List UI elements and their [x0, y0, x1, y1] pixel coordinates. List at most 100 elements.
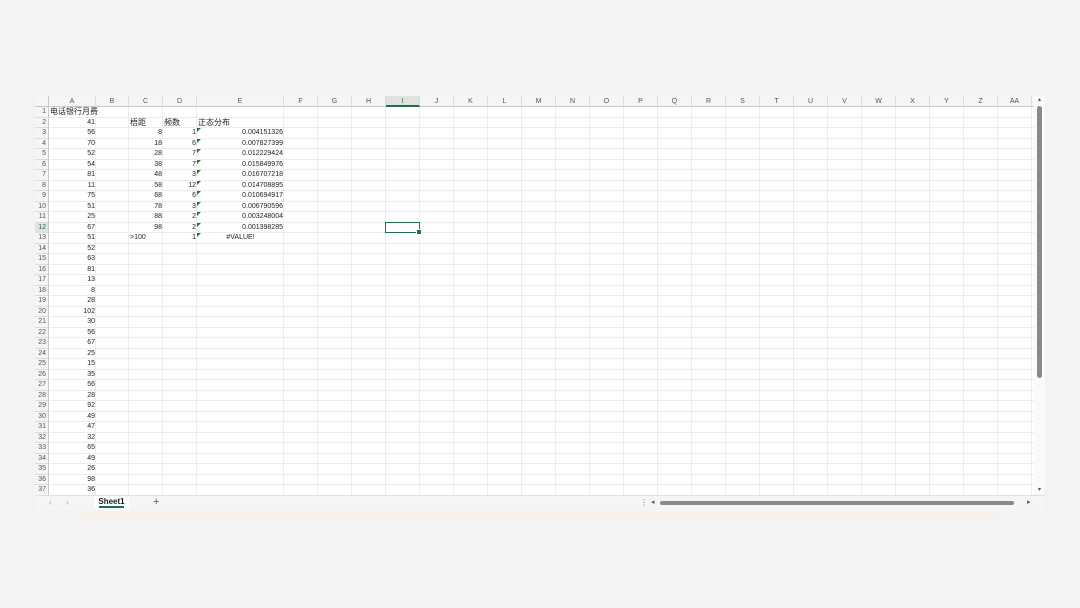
row-header[interactable]: 33 [35, 443, 49, 454]
row-header[interactable]: 16 [35, 264, 49, 275]
row-header[interactable]: 6 [35, 159, 49, 170]
column-header-j[interactable]: J [420, 96, 454, 107]
column-header-n[interactable]: N [556, 96, 590, 107]
row-header[interactable]: 28 [35, 390, 49, 401]
cell-a23[interactable]: 67 [49, 338, 96, 349]
column-header-u[interactable]: U [794, 96, 828, 107]
row-header[interactable]: 22 [35, 327, 49, 338]
cell-a30[interactable]: 49 [49, 412, 96, 423]
cell-a35[interactable]: 26 [49, 464, 96, 475]
sheet-tab-sheet1[interactable]: Sheet1 [94, 496, 129, 509]
row-header[interactable]: 31 [35, 422, 49, 433]
select-all-corner[interactable] [35, 96, 49, 107]
vertical-scroll-thumb[interactable] [1037, 106, 1042, 378]
cell-a32[interactable]: 32 [49, 433, 96, 444]
cell-a15[interactable]: 63 [49, 254, 96, 265]
add-sheet-button[interactable]: + [153, 496, 159, 509]
cell-d10[interactable]: 3 [163, 202, 197, 213]
row-header[interactable]: 26 [35, 369, 49, 380]
row-header[interactable]: 10 [35, 201, 49, 212]
row-header[interactable]: 25 [35, 359, 49, 370]
column-header-i[interactable]: I [386, 96, 420, 107]
cell-a7[interactable]: 81 [49, 170, 96, 181]
cell-a20[interactable]: 102 [49, 307, 96, 318]
row-header[interactable]: 4 [35, 138, 49, 149]
column-header-o[interactable]: O [590, 96, 624, 107]
tab-split-handle[interactable]: ⋮ [640, 498, 648, 507]
row-header[interactable]: 8 [35, 180, 49, 191]
cell-d8[interactable]: 12 [163, 181, 197, 192]
cell-d6[interactable]: 7 [163, 160, 197, 171]
row-header[interactable]: 23 [35, 338, 49, 349]
next-sheet-icon[interactable]: › [66, 498, 69, 507]
column-header-q[interactable]: Q [658, 96, 692, 107]
cell-a1[interactable]: 电话银行月费 [49, 107, 98, 118]
column-header-s[interactable]: S [726, 96, 760, 107]
cell-d7[interactable]: 3 [163, 170, 197, 181]
cell-a19[interactable]: 28 [49, 296, 96, 307]
column-header-m[interactable]: M [522, 96, 556, 107]
column-header-l[interactable]: L [488, 96, 522, 107]
row-header[interactable]: 1 [35, 107, 49, 118]
cell-a10[interactable]: 51 [49, 202, 96, 213]
cell-a12[interactable]: 67 [49, 223, 96, 234]
cell-d12[interactable]: 2 [163, 223, 197, 234]
column-header-aa[interactable]: AA [998, 96, 1032, 107]
column-header-y[interactable]: Y [930, 96, 964, 107]
row-header[interactable]: 5 [35, 149, 49, 160]
row-header[interactable]: 30 [35, 411, 49, 422]
cell-d3[interactable]: 1 [163, 128, 197, 139]
cell-d5[interactable]: 7 [163, 149, 197, 160]
column-header-k[interactable]: K [454, 96, 488, 107]
column-header-a[interactable]: A [49, 96, 96, 107]
cell-a11[interactable]: 25 [49, 212, 96, 223]
cell-d2[interactable]: 频数 [163, 118, 197, 129]
column-header-h[interactable]: H [352, 96, 386, 107]
scroll-right-icon[interactable]: ▸ [1027, 498, 1031, 506]
row-header[interactable]: 3 [35, 128, 49, 139]
cell-d4[interactable]: 6 [163, 139, 197, 150]
column-header-b[interactable]: B [96, 96, 129, 107]
column-header-e[interactable]: E [197, 96, 284, 107]
cell-a24[interactable]: 25 [49, 349, 96, 360]
cell-c9[interactable]: 68 [129, 191, 163, 202]
row-header[interactable]: 19 [35, 296, 49, 307]
column-header-g[interactable]: G [318, 96, 352, 107]
cell-e7[interactable]: 0.016707218 [197, 170, 284, 181]
cell-d13[interactable]: 1 [163, 233, 197, 244]
cell-e3[interactable]: 0.004151326 [197, 128, 284, 139]
row-header[interactable]: 35 [35, 464, 49, 475]
active-cell-cursor[interactable] [385, 221, 422, 235]
row-header[interactable]: 9 [35, 191, 49, 202]
column-header-z[interactable]: Z [964, 96, 998, 107]
column-header-r[interactable]: R [692, 96, 726, 107]
cell-c3[interactable]: 8 [129, 128, 163, 139]
cell-c4[interactable]: 18 [129, 139, 163, 150]
cell-a27[interactable]: 56 [49, 380, 96, 391]
row-header[interactable]: 27 [35, 380, 49, 391]
row-header[interactable]: 34 [35, 453, 49, 464]
cell-a6[interactable]: 54 [49, 160, 96, 171]
row-header[interactable]: 15 [35, 254, 49, 265]
cell-c10[interactable]: 78 [129, 202, 163, 213]
row-header[interactable]: 13 [35, 233, 49, 244]
horizontal-scroll-thumb[interactable] [660, 501, 1014, 505]
cell-d11[interactable]: 2 [163, 212, 197, 223]
cell-a28[interactable]: 28 [49, 391, 96, 402]
cell-a18[interactable]: 8 [49, 286, 96, 297]
cell-d9[interactable]: 6 [163, 191, 197, 202]
cell-c7[interactable]: 48 [129, 170, 163, 181]
cell-e13[interactable]: #VALUE! [197, 233, 284, 244]
cell-e4[interactable]: 0.007827399 [197, 139, 284, 150]
cell-a3[interactable]: 56 [49, 128, 96, 139]
vertical-scrollbar[interactable]: ▴ ▾ [1034, 96, 1045, 495]
cell-c5[interactable]: 28 [129, 149, 163, 160]
cell-a22[interactable]: 56 [49, 328, 96, 339]
cell-a25[interactable]: 15 [49, 359, 96, 370]
cell-c12[interactable]: 98 [129, 223, 163, 234]
row-header[interactable]: 20 [35, 306, 49, 317]
row-header[interactable]: 29 [35, 401, 49, 412]
cell-e6[interactable]: 0.015849976 [197, 160, 284, 171]
cell-a34[interactable]: 49 [49, 454, 96, 465]
cell-a33[interactable]: 65 [49, 443, 96, 454]
